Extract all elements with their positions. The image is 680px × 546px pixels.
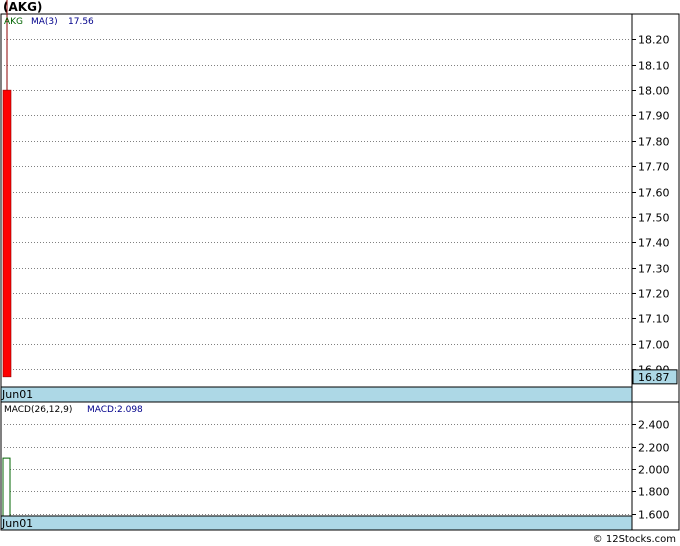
macd-legend-value: MACD:2.098 [87,405,143,415]
candle-body [2,89,12,378]
site-credit: © 12Stocks.com [592,534,676,545]
price-tick-label: 17.30 [638,263,670,276]
price-tick-label: 17.20 [638,288,670,301]
price-tick-label: 18.10 [638,60,670,73]
price-tick-label: 18.00 [638,85,670,98]
macd-tick-label: 2.400 [638,419,670,432]
price-tick-label: 17.60 [638,187,670,200]
last-price-label: 16.87 [638,371,670,384]
legend-ma-label: MA(3) [31,17,58,27]
macd-date-band [0,515,633,531]
price-panel-frame [0,13,680,403]
macd-tick-label: 2.000 [638,464,670,477]
legend-ticker: AKG [4,17,23,27]
macd-tick-label: 2.200 [638,442,670,455]
price-tick-label: 17.70 [638,161,670,174]
price-tick-label: 17.00 [638,339,670,352]
price-tick-label: 18.20 [638,34,670,47]
macd-tick-label: 1.600 [638,509,670,522]
legend-ma-value: 17.56 [68,17,94,27]
macd-date-label: Jun01 [1,517,33,530]
macd-panel-frame [0,401,680,531]
price-tick-label: 17.10 [638,313,670,326]
price-tick-label: 17.50 [638,212,670,225]
price-tick-label: 17.40 [638,237,670,250]
macd-tick-label: 1.800 [638,486,670,499]
price-tick-label: 17.90 [638,110,670,123]
price-tick-label: 17.80 [638,136,670,149]
stock-chart: 18.20 18.10 18.00 17.90 17.80 17.70 17.60 17.50… [0,0,680,531]
price-date-label: Jun01 [1,388,33,401]
macd-legend-label: MACD(26,12,9) [4,405,72,415]
macd-bar [2,457,11,517]
price-date-band [0,386,633,403]
